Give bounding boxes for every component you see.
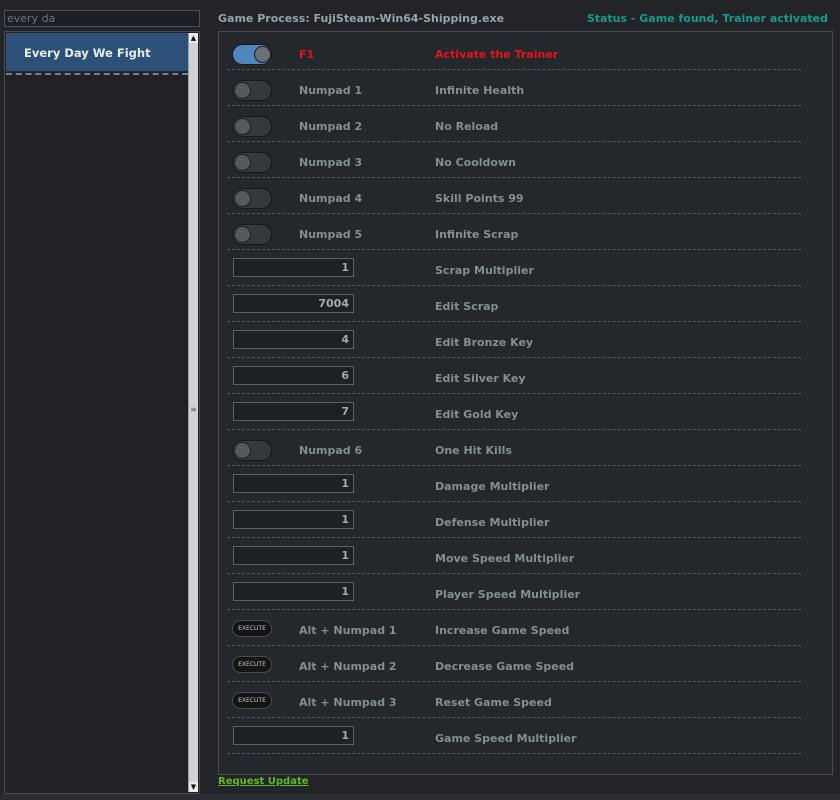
value-input[interactable] (233, 726, 354, 745)
cheat-label: No Reload (435, 120, 499, 133)
hotkey-label: Numpad 6 (299, 444, 363, 457)
cheat-row: Scrap Multiplier (219, 250, 832, 286)
value-input[interactable] (233, 366, 354, 385)
hotkey-label: F1 (299, 48, 315, 61)
hotkey-label: Numpad 2 (299, 120, 363, 133)
hotkey-label: Numpad 1 (299, 84, 363, 97)
cheat-row: Edit Bronze Key (219, 322, 832, 358)
toggle-knob (234, 442, 251, 459)
toggle-knob (234, 118, 251, 135)
cheat-row: Damage Multiplier (219, 466, 832, 502)
game-process-label: Game Process: FujiSteam-Win64-Shipping.e… (218, 12, 505, 25)
cheat-row: EXECUTE Alt + Numpad 1 Increase Game Speed (219, 610, 832, 646)
cheat-label: Decrease Game Speed (435, 660, 575, 673)
cheat-label: Edit Silver Key (435, 372, 526, 385)
cheat-toggle[interactable] (232, 224, 272, 245)
cheat-label: Infinite Scrap (435, 228, 519, 241)
cheat-toggle[interactable] (232, 116, 272, 137)
cheat-label: Activate the Trainer (435, 48, 559, 61)
execute-button[interactable]: EXECUTE (232, 692, 272, 709)
bottom-strip (0, 794, 840, 800)
cheat-label: Edit Scrap (435, 300, 499, 313)
search-input[interactable] (4, 10, 200, 27)
cheat-label: Edit Gold Key (435, 408, 519, 421)
cheat-toggle[interactable] (232, 44, 272, 65)
game-list-item[interactable]: Every Day We Fight (6, 33, 188, 72)
cheat-toggle[interactable] (232, 80, 272, 101)
value-input[interactable] (233, 294, 354, 313)
cheat-row: Player Speed Multiplier (219, 574, 832, 610)
cheat-list: F1 Activate the Trainer Numpad 1 Infinite H… (218, 31, 833, 775)
arrow-up-icon[interactable]: ▲ (189, 33, 198, 43)
cheat-row: Numpad 1 Infinite Health (219, 70, 832, 106)
cheat-row: Numpad 3 No Cooldown (219, 142, 832, 178)
hotkey-label: Alt + Numpad 2 (299, 660, 397, 673)
cheat-label: Move Speed Multiplier (435, 552, 575, 565)
cheat-label: Game Speed Multiplier (435, 732, 577, 745)
cheat-row: EXECUTE Alt + Numpad 3 Reset Game Speed (219, 682, 832, 718)
cheat-row: Move Speed Multiplier (219, 538, 832, 574)
hotkey-label: Alt + Numpad 1 (299, 624, 397, 637)
cheat-row: EXECUTE Alt + Numpad 2 Decrease Game Speed (219, 646, 832, 682)
toggle-knob (234, 190, 251, 207)
cheat-label: Damage Multiplier (435, 480, 550, 493)
list-divider (6, 73, 188, 75)
value-input[interactable] (233, 510, 354, 529)
cheat-row: Numpad 2 No Reload (219, 106, 832, 142)
scrollbar[interactable]: ▲ ≡ ▼ (188, 33, 198, 792)
cheat-toggle[interactable] (232, 440, 272, 461)
value-input[interactable] (233, 330, 354, 349)
cheat-label: Edit Bronze Key (435, 336, 534, 349)
cheat-row: Numpad 5 Infinite Scrap (219, 214, 832, 250)
toggle-knob (234, 82, 251, 99)
cheat-label: Reset Game Speed (435, 696, 552, 709)
cheat-label: Player Speed Multiplier (435, 588, 581, 601)
cheat-row: Numpad 6 One Hit Kills (219, 430, 832, 466)
execute-button[interactable]: EXECUTE (232, 620, 272, 637)
cheat-label: No Cooldown (435, 156, 516, 169)
value-input[interactable] (233, 546, 354, 565)
execute-button[interactable]: EXECUTE (232, 656, 272, 673)
value-input[interactable] (233, 474, 354, 493)
cheat-row: Numpad 4 Skill Points 99 (219, 178, 832, 214)
toggle-knob (234, 226, 251, 243)
row-divider (227, 753, 801, 754)
cheat-label: Skill Points 99 (435, 192, 524, 205)
cheat-label: Defense Multiplier (435, 516, 550, 529)
value-input[interactable] (233, 402, 354, 421)
arrow-down-icon[interactable]: ▼ (189, 782, 198, 792)
hotkey-label: Alt + Numpad 3 (299, 696, 397, 709)
game-list: Every Day We Fight ▲ ≡ ▼ (4, 31, 200, 794)
cheat-row: Defense Multiplier (219, 502, 832, 538)
cheat-row: Game Speed Multiplier (219, 718, 832, 754)
hotkey-label: Numpad 3 (299, 156, 363, 169)
cheat-label: One Hit Kills (435, 444, 512, 457)
grip-icon[interactable]: ≡ (189, 405, 198, 417)
cheat-row: Edit Scrap (219, 286, 832, 322)
hotkey-label: Numpad 5 (299, 228, 363, 241)
cheat-label: Scrap Multiplier (435, 264, 534, 277)
request-update-link[interactable]: Request Update (218, 776, 309, 787)
hotkey-label: Numpad 4 (299, 192, 363, 205)
cheat-toggle[interactable] (232, 152, 272, 173)
cheat-label: Infinite Health (435, 84, 525, 97)
value-input[interactable] (233, 258, 354, 277)
cheat-toggle[interactable] (232, 188, 272, 209)
cheat-row: Edit Gold Key (219, 394, 832, 430)
toggle-knob (254, 46, 271, 63)
status-label: Status - Game found, Trainer activated (586, 12, 828, 25)
value-input[interactable] (233, 582, 354, 601)
toggle-knob (234, 154, 251, 171)
cheat-label: Increase Game Speed (435, 624, 570, 637)
cheat-row: F1 Activate the Trainer (219, 34, 832, 70)
cheat-row: Edit Silver Key (219, 358, 832, 394)
